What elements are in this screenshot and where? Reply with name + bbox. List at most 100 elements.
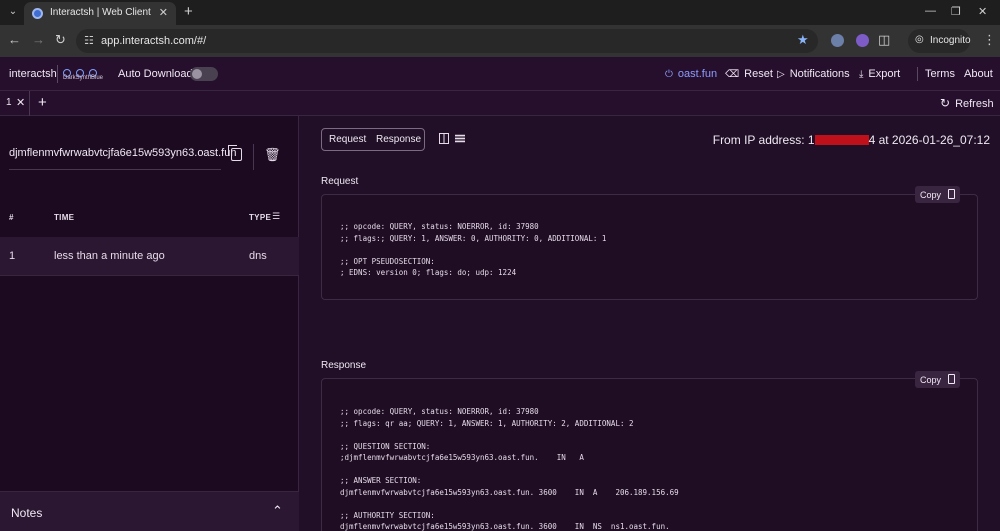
row-time: less than a minute ago [54,250,165,262]
browser-tab-title: Interactsh | Web Client [50,7,151,18]
reset-button[interactable]: ⌫ Reset [725,68,773,80]
browser-tabstrip: ⌄ Interactsh | Web Client ✕ + — ❐ ✕ [0,0,1000,25]
auto-download-toggle[interactable] [190,67,218,81]
copy-label: Copy [920,375,942,385]
refresh-label: Refresh [955,98,994,110]
response-content: ;; opcode: QUERY, status: NOERROR, id: 3… [340,406,679,531]
back-icon[interactable]: ← [8,32,21,47]
add-tab-icon[interactable]: + [38,94,47,111]
request-title: Request [321,176,359,187]
terms-link[interactable]: Terms [925,68,955,80]
site-info-icon[interactable]: ☷ [84,34,94,47]
app-header: interactsh DarkSynthBlue Auto Download ⏻… [0,57,1000,91]
reset-label: Reset [744,68,773,80]
new-tab-icon[interactable]: + [184,3,193,20]
address-text[interactable]: app.interactsh.com/#/ [101,35,206,47]
column-header-num: # [9,213,14,222]
url-tab-label: 1 [6,97,12,108]
from-ip-prefix: From IP address: 1 [712,133,815,147]
code-line: ;; flags:; QUERY: 1, ANSWER: 0, AUTHORIT… [340,233,607,243]
divider [9,169,221,170]
browser-tab[interactable]: Interactsh | Web Client ✕ [24,2,176,25]
copy-icon [948,189,955,199]
clear-history-icon[interactable]: 🗑 [264,147,281,163]
redacted-block [814,135,869,145]
refresh-icon: ↻ [940,96,951,110]
filter-icon[interactable]: ☰ [272,211,280,222]
code-line: ;; flags: qr aa; QUERY: 1, ANSWER: 1, AU… [340,418,634,428]
divider [253,144,254,170]
table-row[interactable]: 1 less than a minute ago dns [0,237,299,276]
minimize-icon[interactable]: — [925,5,936,17]
reload-icon[interactable]: ↻ [55,32,66,48]
copy-request-button[interactable]: Copy [915,186,960,203]
server-name: oast.fun [677,68,718,80]
stacked-layout-icon[interactable] [455,133,465,144]
auto-download-label: Auto Download [118,68,193,80]
restore-icon[interactable]: ❐ [951,5,961,18]
incognito-indicator[interactable]: ◎ Incognito [908,29,971,53]
view-toggle: Request Response [321,128,425,151]
response-code-box: ;; opcode: QUERY, status: NOERROR, id: 3… [321,378,978,531]
brand-logo: interactsh [9,68,57,80]
details-panel: Request Response From IP address: 1 4 at … [300,116,1000,531]
code-line: ; EDNS: version 0; flags: do; udp: 1224 [340,268,517,277]
interaction-domain[interactable]: djmflenmvfwrwabvtcjfa6e15w593yn63.oast.f… [9,147,236,159]
extension-icon[interactable] [856,34,869,47]
export-button[interactable]: ⤓ Export [859,68,900,80]
view-response-button[interactable]: Response [376,134,421,145]
code-line: ;; OPT PSEUDOSECTION: [340,256,435,266]
notifications-button[interactable]: ▷ Notifications [777,68,850,80]
tab-search-icon[interactable]: ⌄ [6,5,20,19]
row-type: dns [249,250,267,262]
trash-icon: ⌫ [725,69,740,80]
code-line: djmflenmvfwrwabvtcjfa6e15w593yn63.oast.f… [340,487,679,497]
side-by-side-layout-icon[interactable] [439,133,449,144]
address-bar[interactable]: ☷ app.interactsh.com/#/ [76,29,818,53]
incognito-icon: ◎ [915,34,924,45]
code-line: ;; ANSWER SECTION: [340,476,422,485]
extensions-puzzle-icon[interactable]: ◫ [878,32,890,48]
code-line: ;; AUTHORITY SECTION: [340,510,435,520]
forward-icon[interactable]: → [32,32,45,47]
refresh-button[interactable]: ↻ Refresh [940,96,994,110]
copy-label: Copy [920,190,942,200]
request-content: ;; opcode: QUERY, status: NOERROR, id: 3… [340,221,606,279]
download-icon: ⤓ [859,69,864,80]
copy-icon [948,374,955,384]
url-tab[interactable]: 1 ✕ [0,91,30,116]
copy-icon[interactable] [228,145,242,161]
theme-selector[interactable] [63,64,107,77]
divider [57,65,58,83]
window-close-icon[interactable]: ✕ [978,5,987,18]
server-selector[interactable]: ⏻ oast.fun [665,68,717,80]
chevron-up-icon[interactable]: ⌃ [272,503,283,519]
theme-name: DarkSynthBlue [63,75,104,81]
extension-icon[interactable] [831,34,844,47]
view-request-button[interactable]: Request [329,134,366,145]
toggle-knob [192,69,202,79]
code-line: ;; opcode: QUERY, status: NOERROR, id: 3… [340,222,539,231]
from-ip-suffix: 4 at 2026-01-26_07:12 [868,133,990,147]
notifications-label: Notifications [789,68,850,80]
notes-panel[interactable]: Notes ⌃ [0,491,299,531]
url-tab-row: 1 ✕ + ↻ Refresh [0,91,1000,116]
close-tab-icon[interactable]: ✕ [159,6,168,19]
export-label: Export [868,68,901,80]
bookmark-star-icon[interactable]: ★ [797,32,809,48]
from-ip-address: From IP address: 1 4 at 2026-01-26_07:12 [713,133,990,147]
power-icon: ⏻ [665,69,673,80]
request-code-box: ;; opcode: QUERY, status: NOERROR, id: 3… [321,194,978,300]
column-header-type: TYPE [249,213,272,222]
code-line: ;djmflenmvfwrwabvtcjfa6e15w593yn63.oast.… [340,453,584,462]
copy-response-button[interactable]: Copy [915,371,960,388]
close-icon[interactable]: ✕ [16,96,25,109]
browser-menu-icon[interactable]: ⋮ [983,32,996,48]
code-line: djmflenmvfwrwabvtcjfa6e15w593yn63.oast.f… [340,522,670,531]
favicon-icon [32,8,43,19]
about-link[interactable]: About [964,68,993,80]
